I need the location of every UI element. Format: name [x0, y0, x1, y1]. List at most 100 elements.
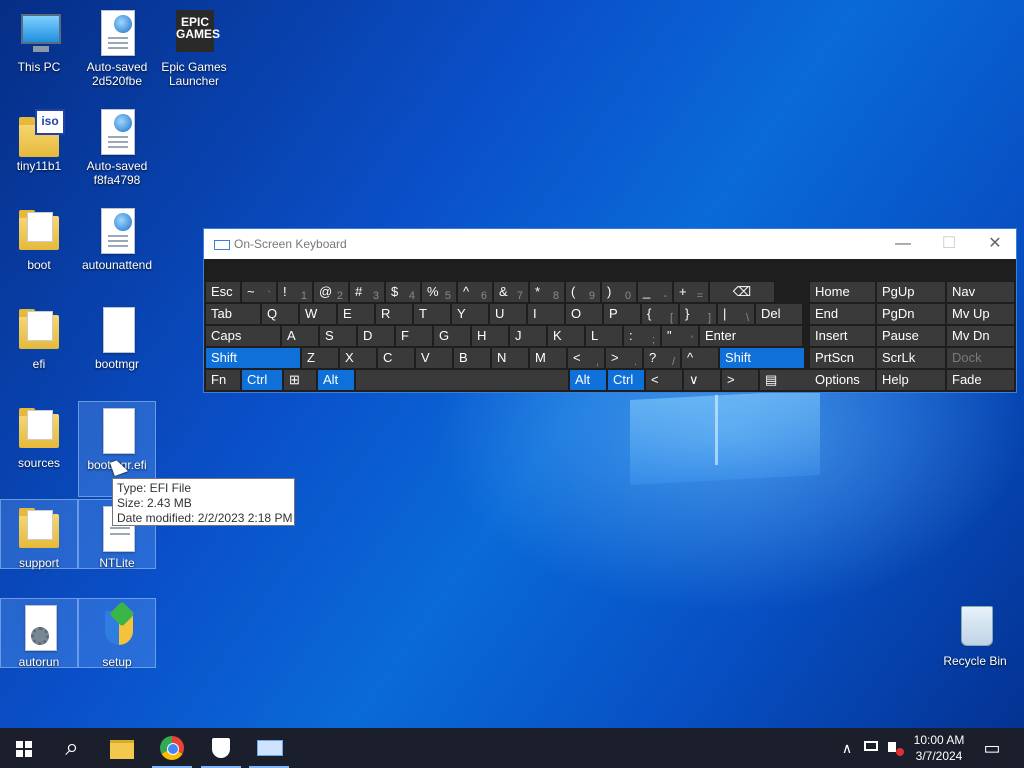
search-icon[interactable]: ⌕	[48, 728, 96, 768]
key-row4-8[interactable]: <,	[568, 348, 604, 368]
nav-key-2-1[interactable]: Pause	[877, 326, 945, 346]
desktop-icon-autosaved-2d520fbe[interactable]: Auto-saved 2d520fbe	[79, 4, 155, 100]
show-hidden-icons-chevron-icon[interactable]: ∧	[836, 728, 858, 768]
nav-key-2-2[interactable]: Mv Dn	[947, 326, 1014, 346]
desktop-icon-autosaved-f8fa4798[interactable]: Auto-saved f8fa4798	[79, 103, 155, 199]
network-icon[interactable]	[860, 728, 882, 768]
key-row2-12[interactable]: }]	[680, 304, 716, 324]
key-5-row1[interactable]: $4	[386, 282, 420, 302]
system-clock[interactable]: 10:00 AM 3/7/2024	[908, 732, 970, 764]
desktop-icon-bootmgr[interactable]: bootmgr	[79, 301, 155, 397]
key-row2-8[interactable]: I	[528, 304, 564, 324]
key-7-row1[interactable]: ^ 6	[458, 282, 492, 302]
file-explorer-button[interactable]	[98, 728, 146, 768]
nav-key-3-1[interactable]: ScrLk	[877, 348, 945, 368]
key-row4-1[interactable]: Z	[302, 348, 338, 368]
key-row5-4[interactable]	[356, 370, 568, 390]
notification-center-icon[interactable]: ▭	[980, 728, 1004, 768]
key-row4-11[interactable]: ^	[682, 348, 718, 368]
key-6-row1[interactable]: % 5	[422, 282, 456, 302]
nav-key-1-1[interactable]: PgDn	[877, 304, 945, 324]
key-10-row1[interactable]: (9	[566, 282, 600, 302]
start-button[interactable]	[0, 728, 48, 768]
on-screen-keyboard-taskbar-button[interactable]	[245, 728, 293, 768]
key-9-row1[interactable]: * 8	[530, 282, 564, 302]
key-row2-2[interactable]: W	[300, 304, 336, 324]
key-row4-2[interactable]: X	[340, 348, 376, 368]
key-1-row1[interactable]: ~ `	[242, 282, 276, 302]
key-14-row1[interactable]: ⌫	[710, 282, 774, 302]
key-row3-0[interactable]: Caps	[206, 326, 280, 346]
key-row3-1[interactable]: A	[282, 326, 318, 346]
desktop-icon-autounattend[interactable]: autounattend	[79, 202, 155, 298]
key-8-row1[interactable]: & 7	[494, 282, 528, 302]
key-row4-5[interactable]: B	[454, 348, 490, 368]
desktop-icon-tiny11b1[interactable]: iso tiny11b1	[1, 103, 77, 199]
osk-titlebar[interactable]: On-Screen Keyboard — ☐ ✕	[204, 229, 1016, 259]
desktop-icon-setup[interactable]: setup	[78, 598, 156, 669]
key-row4-0[interactable]: Shift	[206, 348, 300, 368]
security-app-button[interactable]	[197, 728, 245, 768]
key-row5-2[interactable]: ⊞	[284, 370, 316, 390]
key-row3-3[interactable]: D	[358, 326, 394, 346]
key-11-row1[interactable]: ) 0	[602, 282, 636, 302]
nav-key-0-2[interactable]: Nav	[947, 282, 1014, 302]
key-row3-8[interactable]: K	[548, 326, 584, 346]
desktop-icon-sources[interactable]: sources	[1, 400, 77, 496]
key-row4-12[interactable]: Shift	[720, 348, 804, 368]
key-row5-8[interactable]: ∨	[684, 370, 720, 390]
nav-key-4-1[interactable]: Help	[877, 370, 945, 390]
key-row4-4[interactable]: V	[416, 348, 452, 368]
desktop-icon-efi[interactable]: efi	[1, 301, 77, 397]
key-row2-13[interactable]: | \	[718, 304, 754, 324]
key-row5-7[interactable]: <	[646, 370, 682, 390]
key-row2-10[interactable]: P	[604, 304, 640, 324]
key-row2-5[interactable]: T	[414, 304, 450, 324]
key-2-row1[interactable]: ! 1	[278, 282, 312, 302]
desktop-icon-autorun[interactable]: autorun	[0, 598, 78, 669]
minimize-button[interactable]: —	[880, 229, 926, 259]
key-row5-5[interactable]: Alt	[570, 370, 606, 390]
key-row3-10[interactable]: :;	[624, 326, 660, 346]
nav-key-0-1[interactable]: PgUp	[877, 282, 945, 302]
chrome-button[interactable]	[148, 728, 196, 768]
key-row5-6[interactable]: Ctrl	[608, 370, 644, 390]
key-row4-6[interactable]: N	[492, 348, 528, 368]
key-12-row1[interactable]: _ -	[638, 282, 672, 302]
key-row2-1[interactable]: Q	[262, 304, 298, 324]
desktop-icon-support[interactable]: support	[0, 499, 78, 570]
key-row2-0[interactable]: Tab	[206, 304, 260, 324]
key-row3-5[interactable]: G	[434, 326, 470, 346]
volume-muted-icon[interactable]	[884, 728, 906, 768]
desktop-icon-epic-games[interactable]: EPIC GAMES Epic Games Launcher	[156, 4, 232, 100]
key-row3-6[interactable]: H	[472, 326, 508, 346]
key-row2-9[interactable]: O	[566, 304, 602, 324]
desktop-icon-this-pc[interactable]: This PC	[1, 4, 77, 100]
nav-key-4-2[interactable]: Fade	[947, 370, 1014, 390]
key-row2-6[interactable]: Y	[452, 304, 488, 324]
key-row3-7[interactable]: J	[510, 326, 546, 346]
key-row2-11[interactable]: {[	[642, 304, 678, 324]
key-row5-3[interactable]: Alt	[318, 370, 354, 390]
key-row3-9[interactable]: L	[586, 326, 622, 346]
key-row3-11[interactable]: " '	[662, 326, 698, 346]
key-row4-10[interactable]: ? /	[644, 348, 680, 368]
key-row3-12[interactable]: Enter	[700, 326, 802, 346]
desktop-icon-boot[interactable]: boot	[1, 202, 77, 298]
close-button[interactable]: ✕	[972, 229, 1018, 259]
key-row4-3[interactable]: C	[378, 348, 414, 368]
nav-key-4-0[interactable]: Options	[810, 370, 875, 390]
key-row2-7[interactable]: U	[490, 304, 526, 324]
on-screen-keyboard-window[interactable]: On-Screen Keyboard — ☐ ✕ Esc ~ `! 1 @2 #3 $4% 5…	[203, 228, 1017, 393]
nav-key-3-0[interactable]: PrtScn	[810, 348, 875, 368]
nav-key-0-0[interactable]: Home	[810, 282, 875, 302]
key-3-row1[interactable]: @2	[314, 282, 348, 302]
nav-key-2-0[interactable]: Insert	[810, 326, 875, 346]
key-row2-14[interactable]: Del	[756, 304, 802, 324]
nav-key-1-0[interactable]: End	[810, 304, 875, 324]
key-row5-0[interactable]: Fn	[206, 370, 240, 390]
key-row5-1[interactable]: Ctrl	[242, 370, 282, 390]
nav-key-1-2[interactable]: Mv Up	[947, 304, 1014, 324]
key-row3-4[interactable]: F	[396, 326, 432, 346]
maximize-button[interactable]: ☐	[926, 229, 972, 259]
